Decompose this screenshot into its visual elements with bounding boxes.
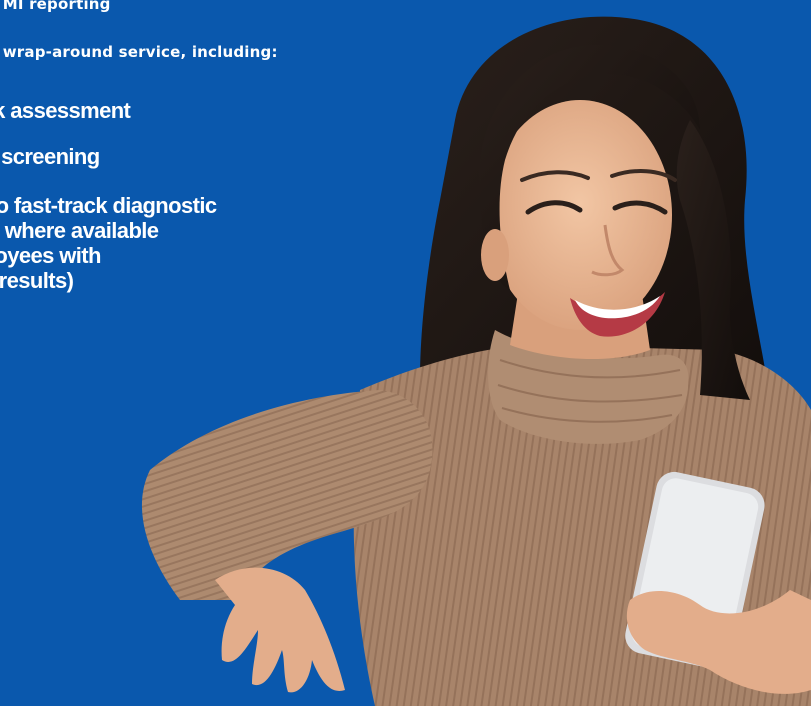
bullet-fast-track: nto fast-track diagnostic bbox=[0, 193, 217, 218]
left-hand bbox=[215, 567, 345, 693]
face bbox=[488, 100, 672, 330]
bullet-risk-assessment: isk assessment bbox=[0, 98, 131, 123]
intro-line-wrap-around: ed wrap-around service, including: bbox=[0, 43, 278, 61]
bullet-screening: of screening bbox=[0, 144, 100, 169]
intro-line-mi-reporting: ed MI reporting bbox=[0, 0, 111, 13]
bullet-results: al results) bbox=[0, 268, 74, 293]
bullet-employees-with: oloyees with bbox=[0, 243, 101, 268]
bullet-where-available: ys where available bbox=[0, 218, 159, 243]
hero-panel: ed MI reporting ed wrap-around service, … bbox=[0, 0, 811, 706]
ear bbox=[481, 229, 509, 281]
